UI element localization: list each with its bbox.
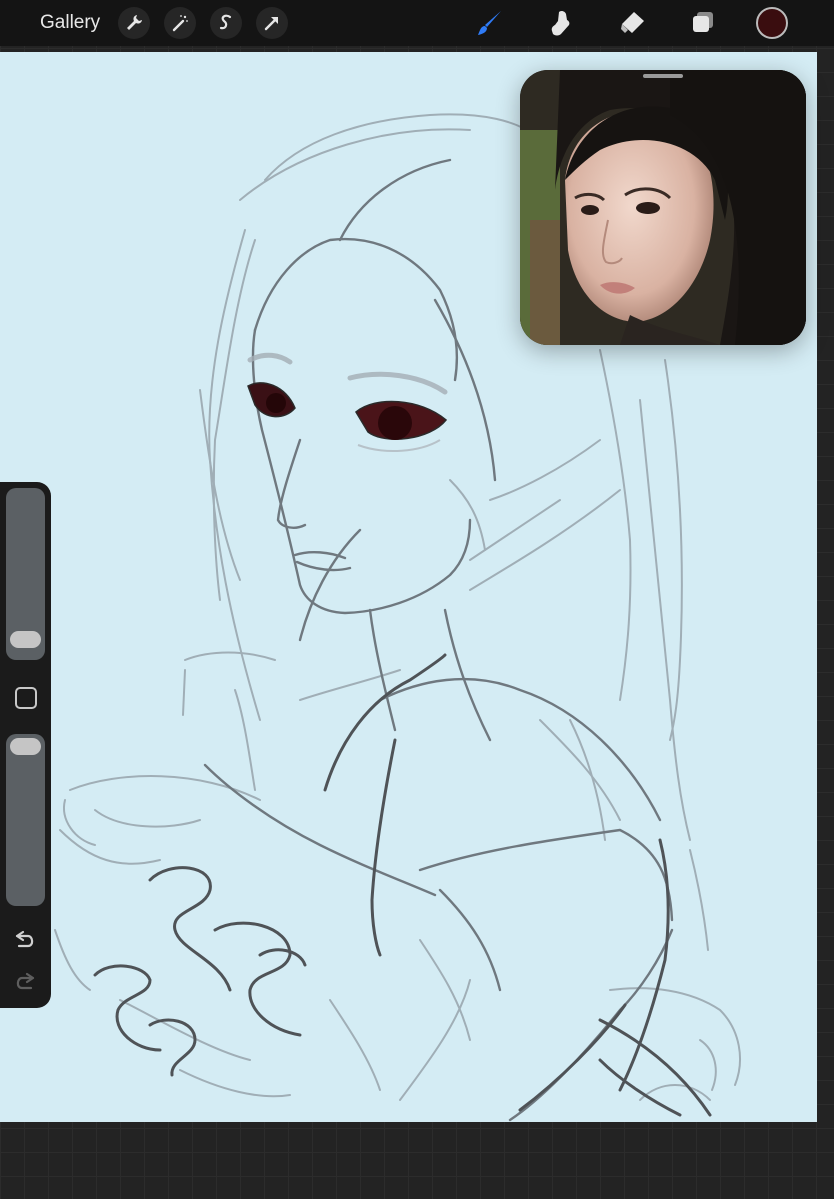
opacity-slider[interactable] — [6, 734, 45, 906]
layers-icon — [693, 12, 713, 32]
eraser-tool-button[interactable] — [614, 5, 650, 41]
reference-window-handle[interactable] — [643, 74, 683, 78]
top-toolbar: Gallery — [0, 0, 834, 46]
modify-square-icon[interactable] — [15, 687, 37, 709]
smudge-icon — [551, 10, 570, 36]
gallery-button[interactable]: Gallery — [40, 12, 100, 34]
actions-wrench-button[interactable] — [118, 7, 151, 39]
selection-button[interactable] — [210, 7, 243, 39]
layers-button[interactable] — [685, 5, 721, 41]
brush-size-slider[interactable] — [6, 488, 45, 660]
right-tool-group — [472, 0, 834, 46]
eraser-icon — [621, 12, 644, 33]
color-picker-button[interactable] — [756, 7, 788, 39]
reference-window[interactable] — [520, 70, 806, 345]
magic-wand-icon — [172, 15, 189, 32]
reference-photo — [520, 70, 806, 345]
brush-tool-button[interactable] — [472, 5, 508, 41]
brush-sidebar — [0, 482, 51, 1008]
selection-icon — [220, 14, 232, 30]
transform-arrow-icon — [264, 17, 279, 31]
brush-size-thumb[interactable] — [10, 631, 41, 648]
wrench-icon — [127, 15, 143, 30]
adjustments-button[interactable] — [164, 7, 197, 39]
opacity-thumb[interactable] — [10, 738, 41, 755]
smudge-tool-button[interactable] — [543, 5, 579, 41]
transform-button[interactable] — [256, 7, 289, 39]
redo-icon[interactable] — [13, 972, 37, 992]
undo-icon[interactable] — [13, 930, 37, 950]
brush-icon — [478, 11, 501, 35]
